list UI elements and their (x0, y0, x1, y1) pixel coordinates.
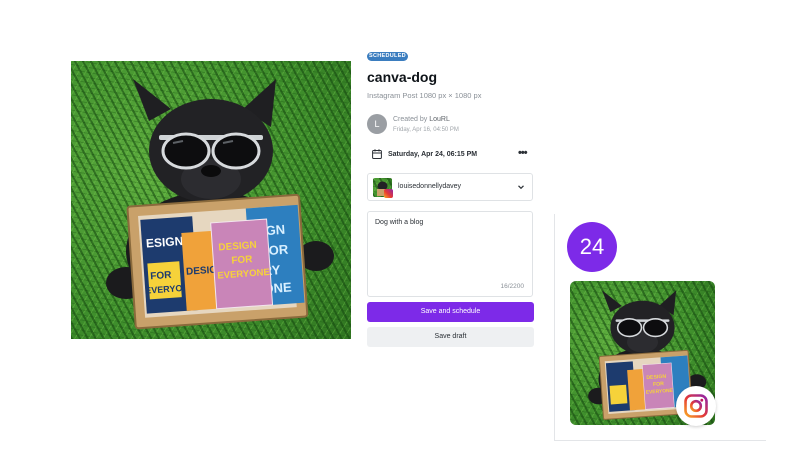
chevron-down-icon (518, 185, 524, 190)
caption-textarea[interactable]: Dog with a blog 16/2200 (367, 211, 533, 297)
calendar-cell-border (554, 214, 555, 440)
post-dimensions: Instagram Post 1080 px × 1080 px (367, 91, 482, 100)
calendar-day-number[interactable]: 24 (567, 222, 617, 272)
instagram-badge (676, 386, 716, 426)
scheduled-date[interactable]: Saturday, Apr 24, 06:15 PM (388, 151, 477, 158)
svg-text:ESIGN: ESIGN (145, 234, 183, 251)
created-by: Created by LouRL (393, 116, 450, 123)
save-draft-button[interactable]: Save draft (367, 327, 534, 347)
post-title: canva-dog (367, 69, 438, 85)
svg-text:FOR: FOR (150, 270, 173, 282)
avatar: L (367, 114, 387, 134)
post-preview-image: ESIGN FOR EVERYONE DESIGN SIGN FOR ERY O… (71, 61, 351, 339)
instagram-icon (384, 189, 393, 198)
account-name: louisedonnellydavey (398, 183, 462, 190)
created-date: Friday, Apr 16, 04:50 PM (393, 127, 459, 133)
calendar-cell-border-bottom (554, 440, 766, 441)
caption-text: Dog with a blog (375, 219, 424, 226)
more-icon[interactable]: ••• (518, 147, 528, 159)
save-and-schedule-button[interactable]: Save and schedule (367, 302, 534, 322)
status-badge: SCHEDULED (367, 52, 408, 61)
calendar-icon (372, 149, 382, 159)
instagram-icon (684, 394, 708, 418)
created-by-prefix: Created by (393, 116, 428, 123)
account-selector[interactable]: louisedonnellydavey (367, 173, 533, 201)
character-count: 16/2200 (500, 283, 525, 290)
creator-name: LouRL (429, 116, 450, 123)
svg-text:FOR: FOR (653, 381, 665, 388)
svg-text:FOR: FOR (231, 254, 254, 266)
dog-illustration: ESIGN FOR EVERYONE DESIGN SIGN FOR ERY O… (106, 79, 334, 330)
